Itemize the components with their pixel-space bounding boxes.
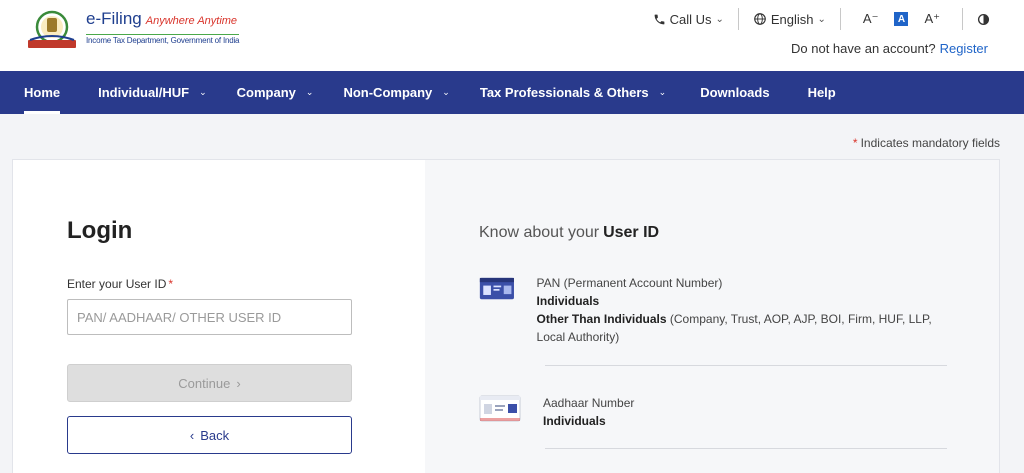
- chevron-right-icon: ›: [236, 375, 241, 391]
- mandatory-note: * Indicates mandatory fields: [852, 136, 1000, 150]
- account-prompt: Do not have an account? Register: [791, 41, 988, 56]
- aadhaar-individuals: Individuals: [543, 414, 606, 428]
- contrast-icon[interactable]: [977, 13, 990, 26]
- language-selector[interactable]: English ⌄: [753, 12, 826, 27]
- globe-icon: [754, 13, 766, 25]
- nav-item-tax-professionals[interactable]: Tax Professionals & Others ⌄: [480, 71, 666, 114]
- call-us-button[interactable]: Call Us ⌄: [653, 12, 724, 27]
- nav-item-company[interactable]: Company ⌄: [237, 71, 314, 114]
- nav-item-help[interactable]: Help: [808, 71, 836, 114]
- pan-info: PAN (Permanent Account Number) Individua…: [479, 274, 947, 346]
- efiling-logo[interactable]: e-Filing Anywhere Anytime Income Tax Depa…: [24, 9, 240, 52]
- divider: [839, 8, 841, 30]
- chevron-down-icon: ⌄: [199, 87, 207, 97]
- back-button[interactable]: ‹ Back: [67, 416, 352, 454]
- know-user-id-heading: Know about your User ID: [479, 224, 660, 241]
- required-star: *: [852, 136, 858, 150]
- login-panel: Login Enter your User ID* Continue› ‹Bac…: [13, 160, 425, 473]
- font-increase-button[interactable]: A⁺: [924, 11, 940, 27]
- divider: [545, 365, 947, 366]
- required-star: *: [168, 277, 174, 291]
- phone-icon: [654, 14, 664, 24]
- pan-title: PAN (Permanent Account Number): [536, 276, 723, 290]
- language-label: English: [770, 11, 814, 27]
- logo-title: e-Filing: [86, 9, 142, 28]
- font-normal-button[interactable]: A: [894, 12, 909, 26]
- nav-item-downloads[interactable]: Downloads: [700, 71, 769, 114]
- divider: [545, 448, 947, 449]
- aadhaar-info: Aadhaar Number Individuals: [479, 394, 947, 430]
- chevron-down-icon: ⌄: [305, 87, 314, 97]
- pan-card-icon: [479, 277, 514, 300]
- register-link[interactable]: Register: [940, 41, 988, 56]
- pan-other-than-individuals: Other Than Individuals: [536, 312, 667, 326]
- aadhaar-title: Aadhaar Number: [543, 396, 635, 410]
- login-card: Login Enter your User ID* Continue› ‹Bac…: [12, 159, 1000, 473]
- main-nav: Home Individual/HUF ⌄ Company ⌄ Non-Compan…: [0, 71, 1024, 114]
- divider: [737, 8, 739, 30]
- nav-item-non-company[interactable]: Non-Company ⌄: [343, 71, 449, 114]
- user-id-input[interactable]: [67, 299, 352, 335]
- chevron-down-icon: ⌄: [658, 87, 667, 97]
- user-id-info-panel: Know about your User ID PAN (Permanent Ac…: [425, 160, 999, 473]
- user-id-label: Enter your User ID *: [67, 277, 174, 291]
- chevron-down-icon: ⌄: [442, 87, 450, 97]
- call-us-label: Call Us: [669, 11, 712, 27]
- emblem-icon: [24, 10, 80, 52]
- login-title: Login: [67, 217, 133, 244]
- nav-item-individual-huf[interactable]: Individual/HUF ⌄: [98, 71, 207, 114]
- chevron-down-icon: ⌄: [715, 13, 724, 25]
- chevron-left-icon: ‹: [189, 427, 195, 443]
- nav-item-home[interactable]: Home: [24, 71, 61, 114]
- divider: [962, 8, 963, 30]
- logo-subtitle: Income Tax Department, Government of Ind…: [86, 34, 240, 45]
- pan-individuals: Individuals: [536, 294, 600, 308]
- font-decrease-button[interactable]: A⁻: [863, 11, 879, 27]
- header: e-Filing Anywhere Anytime Income Tax Depa…: [0, 0, 1024, 71]
- logo-tagline: Anywhere Anytime: [145, 15, 238, 27]
- utility-bar: Call Us ⌄ English ⌄ A⁻ A A⁺: [653, 8, 990, 30]
- no-account-text: Do not have an account?: [791, 41, 936, 56]
- chevron-down-icon: ⌄: [817, 13, 826, 25]
- continue-button[interactable]: Continue ›: [67, 364, 352, 402]
- aadhaar-card-icon: [479, 395, 521, 422]
